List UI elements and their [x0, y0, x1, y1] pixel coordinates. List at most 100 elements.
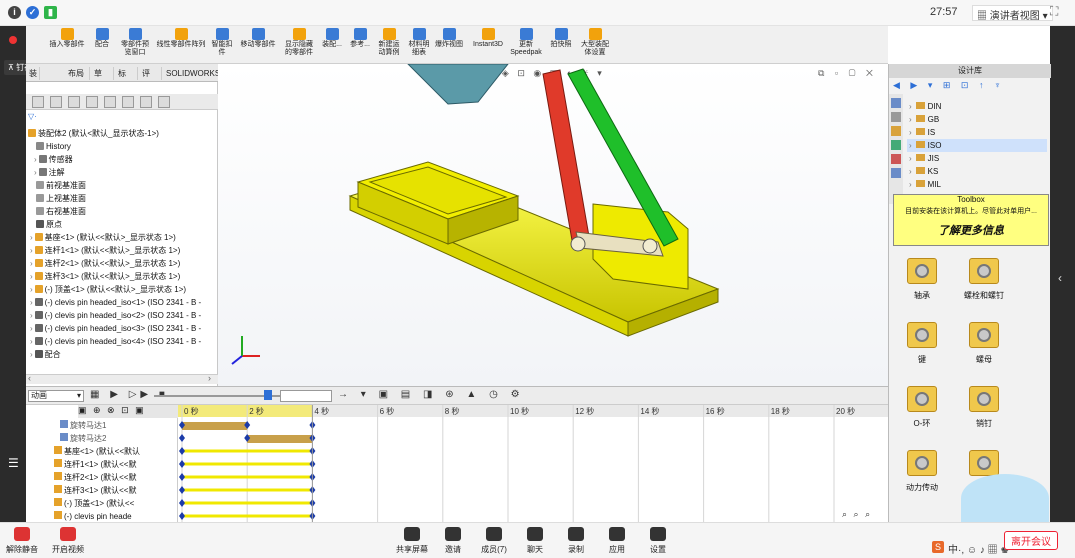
- library-item[interactable]: › JIS: [907, 152, 1047, 165]
- dimxpert-tab-icon[interactable]: [86, 96, 98, 108]
- playback-speed-select[interactable]: [280, 390, 332, 402]
- tab-3[interactable]: 评估: [138, 67, 162, 91]
- expand-arrow-icon[interactable]: ›: [30, 246, 33, 255]
- expand-arrow-icon[interactable]: ›: [909, 167, 912, 176]
- tree-item[interactable]: › 配合: [30, 348, 218, 361]
- toolbox-tile[interactable]: 螺母: [961, 322, 1007, 365]
- expand-arrow-icon[interactable]: ›: [909, 141, 912, 150]
- filter-icon[interactable]: ▽·: [28, 112, 37, 121]
- toolbar-button-0[interactable]: 插入零部件: [48, 28, 86, 62]
- toolbar-button-15[interactable]: 大型装配体设置: [578, 28, 612, 62]
- apps-button[interactable]: 应用: [597, 527, 637, 555]
- tree-item[interactable]: › 连杆1<1> (默认<<默认>_显示状态 1>): [30, 244, 218, 257]
- property-tab-icon[interactable]: [50, 96, 62, 108]
- expand-arrow-icon[interactable]: ›: [909, 115, 912, 124]
- tree-item[interactable]: › (-) 顶盖<1> (默认<<默认>_显示状态 1>): [30, 283, 218, 296]
- toolbar-button-3[interactable]: 线性零部件阵列: [154, 28, 208, 62]
- appearance-icon[interactable]: [891, 154, 901, 164]
- library-item[interactable]: › ISO: [907, 139, 1047, 152]
- toolbox-tile[interactable]: 销钉: [961, 386, 1007, 429]
- members-button[interactable]: 成员(7): [474, 527, 514, 555]
- expand-arrow-icon[interactable]: ›: [34, 168, 37, 177]
- expand-arrow-icon[interactable]: ›: [909, 128, 912, 137]
- tree-horizontal-scrollbar[interactable]: ‹ ›: [26, 373, 218, 384]
- toolbar-button-10[interactable]: 材料明细表: [406, 28, 432, 62]
- config-tab-icon[interactable]: [68, 96, 80, 108]
- cam-tab-icon[interactable]: [122, 96, 134, 108]
- library-item[interactable]: › IS: [907, 126, 1047, 139]
- motion-tree-filters[interactable]: ▣ ⊕ ⊗ ⊡ ▣: [78, 405, 178, 418]
- toolbar-button-5[interactable]: 移动零部件: [238, 28, 278, 62]
- collapse-right-icon[interactable]: ‹: [1058, 271, 1062, 285]
- expand-arrow-icon[interactable]: ›: [30, 337, 33, 346]
- toolbox-tile[interactable]: 螺栓和螺钉: [961, 258, 1007, 301]
- tree-item[interactable]: › 注解: [30, 166, 218, 179]
- library-item[interactable]: › MIL: [907, 178, 1047, 191]
- motion-row[interactable]: 旋转马达2: [54, 432, 178, 445]
- view-mode-dropdown[interactable]: ▦ 演讲者视图 ▾: [972, 5, 1053, 22]
- expand-arrow-icon[interactable]: ›: [909, 154, 912, 163]
- ime-icon[interactable]: S: [932, 541, 945, 553]
- fullscreen-icon[interactable]: ⛶: [1050, 4, 1058, 19]
- tree-item[interactable]: › (-) clevis pin headed_iso<1> (ISO 2341 …: [30, 296, 218, 309]
- toolbox-tile[interactable]: 轴承: [899, 258, 945, 301]
- tab-assembly[interactable]: 装: [26, 67, 40, 80]
- expand-arrow-icon[interactable]: ›: [30, 324, 33, 333]
- expand-arrow-icon[interactable]: ›: [30, 272, 33, 281]
- expand-arrow-icon[interactable]: ›: [30, 233, 33, 242]
- motion-timeline[interactable]: 0 秒2 秒4 秒6 秒8 秒 10 秒 12 秒 14 秒 16 秒 18 秒 20 秒 …: [178, 405, 888, 523]
- tree-item[interactable]: › 连杆3<1> (默认<<默认>_显示状态 1>): [30, 270, 218, 283]
- chat-button[interactable]: 聊天: [515, 527, 555, 555]
- library-item[interactable]: › GB: [907, 113, 1047, 126]
- playback-slider[interactable]: [154, 395, 282, 397]
- library-item[interactable]: › DIN: [907, 100, 1047, 113]
- share-screen-button[interactable]: 共享屏幕: [392, 527, 432, 555]
- scroll-left-icon[interactable]: ‹: [28, 373, 31, 383]
- motion-row[interactable]: 旋转马达1: [54, 419, 178, 432]
- toolbar-button-9[interactable]: 新建运动算例: [376, 28, 402, 62]
- toolbar-button-8[interactable]: 参考...: [346, 28, 374, 62]
- timeline-zoom-icon[interactable]: ⌕ ⌕ ⌕: [842, 509, 872, 520]
- microphone-muted-button[interactable]: 解除静音: [2, 527, 42, 555]
- design-library-nav[interactable]: ◀ ▶ ▾ ⊞ ⊡ ↑ ♆: [893, 80, 1005, 91]
- toolbar-button-13[interactable]: 更新Speedpak: [510, 28, 542, 62]
- expand-arrow-icon[interactable]: ›: [30, 285, 33, 294]
- expand-arrow-icon[interactable]: ›: [30, 350, 33, 359]
- tab-0[interactable]: 布局: [64, 67, 90, 80]
- tab-2[interactable]: 标注: [114, 67, 138, 91]
- record-button[interactable]: 录制: [556, 527, 596, 555]
- feature-tree-tab-icon[interactable]: [32, 96, 44, 108]
- ime-toolbar[interactable]: 中·, ☺ ♪ ▦ ♚: [948, 541, 1009, 556]
- tree-item[interactable]: 右视基准面: [30, 205, 218, 218]
- expand-arrow-icon[interactable]: ›: [30, 298, 33, 307]
- camera-off-button[interactable]: 开启视频: [48, 527, 88, 555]
- tree-item[interactable]: 原点: [30, 218, 218, 231]
- toolbar-button-6[interactable]: 显示隐藏的零部件: [282, 28, 316, 62]
- motion-row[interactable]: 连杆1<1> (默认<<默: [54, 458, 178, 471]
- expand-arrow-icon[interactable]: ›: [34, 155, 37, 164]
- toolbar-button-14[interactable]: 拍快照: [548, 28, 574, 62]
- tree-root[interactable]: 装配体2 (默认<默认_显示状态-1>): [28, 127, 159, 140]
- motion-row[interactable]: (-) 顶盖<1> (默认<<: [54, 497, 178, 510]
- tree-item[interactable]: History: [30, 140, 218, 153]
- toolbox-tile[interactable]: 动力传动: [899, 450, 945, 493]
- tree-item[interactable]: 上视基准面: [30, 192, 218, 205]
- expand-arrow-icon[interactable]: ›: [909, 180, 912, 189]
- info-icon[interactable]: i: [8, 6, 21, 19]
- toolbar-button-1[interactable]: 配合: [90, 28, 114, 62]
- settings-button[interactable]: 设置: [638, 527, 678, 555]
- properties-icon[interactable]: [891, 168, 901, 178]
- study-type-select[interactable]: 动画 ▾: [28, 390, 84, 402]
- motion-row[interactable]: 连杆2<1> (默认<<默: [54, 471, 178, 484]
- library-item[interactable]: › KS: [907, 165, 1047, 178]
- expand-arrow-icon[interactable]: ›: [30, 311, 33, 320]
- cam-tree-tab-icon[interactable]: [140, 96, 152, 108]
- shield-icon[interactable]: ✓: [26, 6, 39, 19]
- signal-icon[interactable]: ▮: [44, 6, 57, 19]
- folder-icon[interactable]: [891, 126, 901, 136]
- home-icon[interactable]: [891, 98, 901, 108]
- invite-button[interactable]: 邀请: [433, 527, 473, 555]
- graphics-viewport[interactable]: ◎ ⌕ ✦ ◈ ⊡ ◉ ▣ ◐ ☀ ▾ ⧉ ▫ ▢ ✕: [218, 64, 888, 386]
- motion-row[interactable]: 连杆3<1> (默认<<默: [54, 484, 178, 497]
- toolbar-button-12[interactable]: Instant3D: [470, 28, 506, 62]
